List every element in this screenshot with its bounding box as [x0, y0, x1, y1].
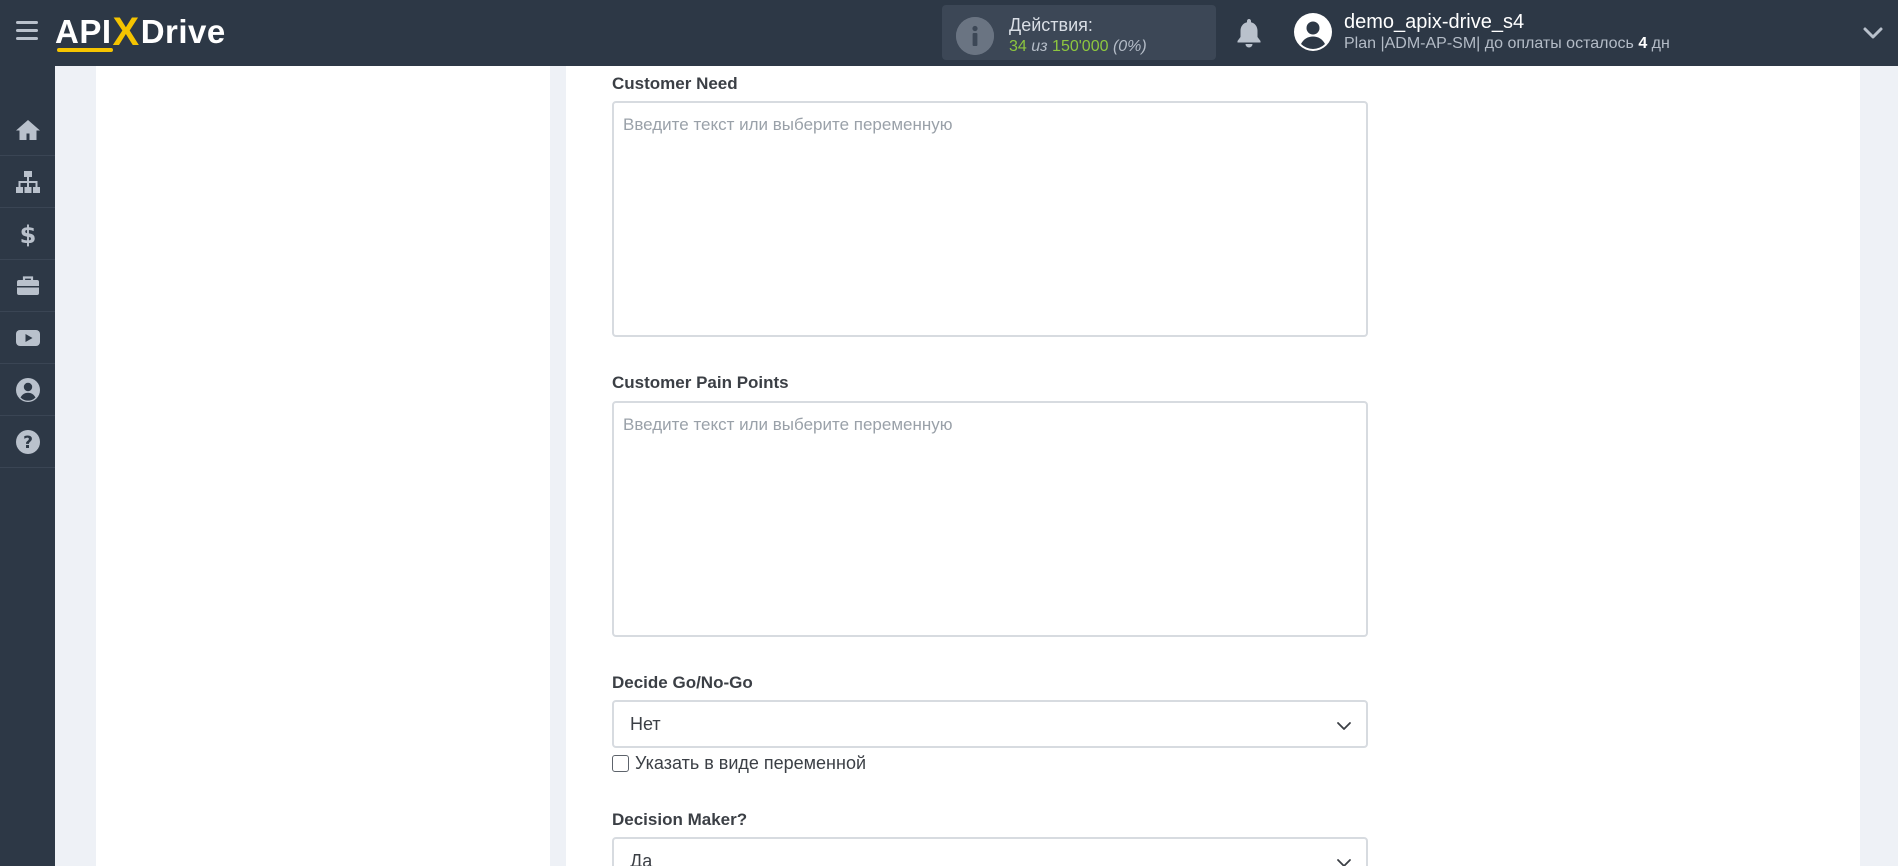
customer-pain-points-label: Customer Pain Points [612, 373, 789, 392]
chevron-down-icon [1337, 722, 1351, 730]
logo-text-x: X [112, 9, 140, 54]
apix-drive-logo[interactable]: API X Drive [55, 10, 226, 54]
sidebar-item-home[interactable] [0, 104, 55, 156]
plan-days: 4 [1638, 35, 1648, 52]
left-panel [96, 66, 550, 866]
plan-days-suffix: дн [1647, 35, 1670, 52]
chevron-down-icon [1337, 859, 1351, 866]
decide-go-no-go-select[interactable]: Нет [612, 700, 1368, 748]
hamburger-menu-icon[interactable] [16, 21, 38, 41]
sidebar: $ ? [0, 66, 55, 866]
sitemap-icon [15, 170, 40, 193]
logo-text-drive: Drive [140, 13, 226, 50]
info-icon [956, 17, 994, 55]
decision-maker-value: Да [630, 851, 653, 866]
decision-maker-label: Decision Maker? [612, 810, 748, 829]
youtube-icon [15, 329, 40, 346]
variable-checkbox-label[interactable]: Указать в виде переменной [635, 753, 866, 774]
sidebar-item-billing[interactable]: $ [0, 208, 55, 260]
decision-maker-select[interactable]: Да [612, 837, 1368, 866]
logo-underline [57, 48, 113, 52]
svg-text:$: $ [19, 221, 36, 248]
sidebar-item-services[interactable] [0, 260, 55, 312]
variable-checkbox[interactable] [612, 755, 629, 772]
customer-need-label: Customer Need [612, 74, 738, 93]
actions-percent: (0%) [1112, 38, 1147, 55]
actions-counter[interactable]: Действия: 34 из 150'000 (0%) [942, 5, 1216, 60]
home-icon [15, 119, 40, 140]
customer-pain-points-placeholder: Введите текст или выберите переменную [623, 415, 953, 434]
actions-value: 34 из 150'000 (0%) [1009, 38, 1147, 56]
decide-go-no-go-value: Нет [630, 714, 661, 734]
svg-text:?: ? [23, 433, 33, 453]
customer-pain-points-textarea[interactable]: Введите текст или выберите переменную [612, 401, 1368, 637]
user-circle-icon [15, 377, 40, 402]
dollar-icon: $ [19, 221, 36, 248]
actions-label: Действия: [1009, 15, 1093, 35]
actions-total: 150'000 [1052, 38, 1109, 55]
user-avatar-icon[interactable] [1294, 13, 1332, 51]
chevron-down-icon[interactable] [1862, 22, 1884, 44]
logo-text-api: API [55, 13, 112, 50]
actions-of: из [1031, 38, 1048, 55]
user-name[interactable]: demo_apix-drive_s4 [1344, 11, 1524, 34]
question-icon: ? [15, 429, 40, 454]
sidebar-item-help[interactable]: ? [0, 416, 55, 468]
customer-need-textarea[interactable]: Введите текст или выберите переменную [612, 101, 1368, 337]
sidebar-item-profile[interactable] [0, 364, 55, 416]
top-bar: API X Drive Действия: 34 из 150'000 (0%) d… [0, 0, 1898, 66]
decide-go-no-go-label: Decide Go/No-Go [612, 673, 753, 692]
actions-used: 34 [1009, 38, 1027, 55]
plan-info: Plan |ADM-AP-SM| до оплаты осталось 4 дн [1344, 35, 1670, 53]
bell-icon[interactable] [1234, 17, 1264, 49]
sidebar-item-video[interactable] [0, 312, 55, 364]
sidebar-item-connections[interactable] [0, 156, 55, 208]
briefcase-icon [16, 275, 39, 295]
plan-text: Plan |ADM-AP-SM| до оплаты осталось [1344, 35, 1639, 52]
variable-checkbox-row[interactable]: Указать в виде переменной [612, 753, 866, 774]
customer-need-placeholder: Введите текст или выберите переменную [623, 115, 953, 134]
